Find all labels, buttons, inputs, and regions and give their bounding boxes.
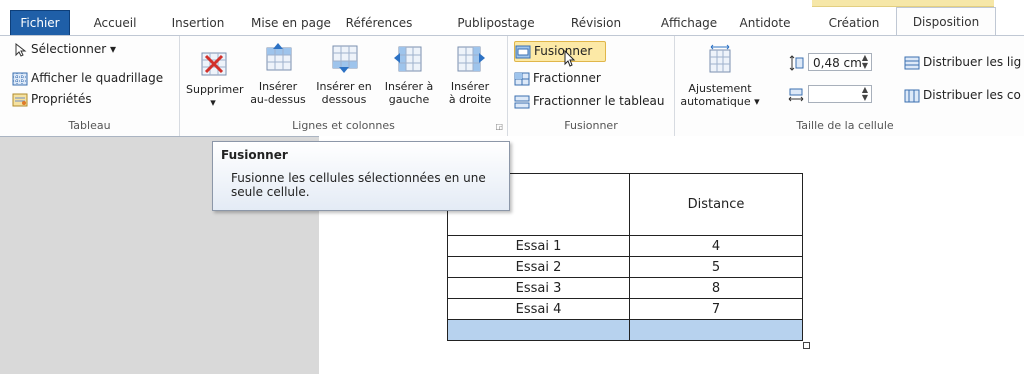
insert-left-label-1: Insérer à <box>384 80 434 93</box>
table-cell[interactable] <box>629 319 803 341</box>
table-cell[interactable]: 7 <box>629 298 803 320</box>
table-cell[interactable]: 4 <box>629 235 803 257</box>
show-gridlines-button[interactable]: Afficher le quadrillage <box>12 69 163 88</box>
insert-column-left-icon <box>393 42 425 74</box>
table-cell[interactable] <box>447 319 630 341</box>
split-table-button[interactable]: Fractionner le tableau <box>514 92 665 111</box>
tab-references[interactable]: Références <box>336 12 422 34</box>
insert-above-label-2: au-dessus <box>250 93 306 106</box>
properties-button[interactable]: Propriétés <box>12 90 92 109</box>
tab-page-layout[interactable]: Mise en page <box>250 12 332 34</box>
tab-home[interactable]: Accueil <box>82 12 148 34</box>
split-table-icon <box>514 95 530 109</box>
table-row[interactable]: Essai 4 7 <box>447 298 803 320</box>
tab-mailings[interactable]: Publipostage <box>448 12 544 34</box>
show-gridlines-label: Afficher le quadrillage <box>31 71 164 85</box>
group-merge-label: Fusionner <box>564 119 618 132</box>
tooltip-title: Fusionner <box>221 148 288 162</box>
mouse-pointer-icon <box>564 50 576 67</box>
tab-design[interactable]: Création <box>812 12 896 34</box>
insert-right-button[interactable]: Insérer à droite <box>442 42 498 106</box>
table-row-selected[interactable] <box>447 319 803 341</box>
select-label: Sélectionner ▾ <box>31 42 117 56</box>
insert-row-above-icon <box>262 42 294 74</box>
dialog-launcher-icon[interactable]: ◲ <box>495 122 503 131</box>
column-width-icon <box>788 87 804 103</box>
insert-right-label-2: à droite <box>448 93 492 106</box>
group-rows-columns-label: Lignes et colonnes <box>292 119 395 132</box>
distribute-rows-icon <box>904 56 920 70</box>
split-cells-icon <box>514 72 530 86</box>
spinner-arrows-icon[interactable]: ▲ ▼ <box>862 86 868 102</box>
grid-icon <box>12 72 28 86</box>
ribbon: Sélectionner ▾ Afficher le quadrillage P… <box>0 35 1024 137</box>
row-height-value: 0,48 cm <box>813 56 862 70</box>
group-merge: Fusionner Fractionner Fractionner le tab… <box>508 36 675 136</box>
distribute-columns-icon <box>904 89 920 103</box>
split-table-label: Fractionner le tableau <box>533 94 665 108</box>
table-resize-handle[interactable] <box>803 342 810 349</box>
insert-row-below-icon <box>328 42 360 74</box>
merge-cells-icon <box>515 45 531 59</box>
tab-antidote[interactable]: Antidote <box>732 12 798 34</box>
table-row[interactable]: Essai 1 4 <box>447 235 803 257</box>
merge-cells-button[interactable]: Fusionner <box>514 41 606 62</box>
distribute-columns-button[interactable]: Distribuer les co <box>904 86 1021 105</box>
insert-below-button[interactable]: Insérer en dessous <box>312 42 376 106</box>
autofit-icon <box>704 44 736 76</box>
insert-right-label-1: Insérer <box>450 80 490 93</box>
table-row[interactable]: Essai 3 8 <box>447 277 803 299</box>
ribbon-tab-bar: Fichier Accueil Insertion Mise en page R… <box>0 0 1024 37</box>
insert-above-button[interactable]: Insérer au-dessus <box>248 42 308 106</box>
row-height-input[interactable]: 0,48 cm ▲ ▼ <box>808 53 872 71</box>
tab-insert[interactable]: Insertion <box>163 12 233 34</box>
table-cell[interactable]: Essai 1 <box>447 235 630 257</box>
distribute-columns-label: Distribuer les co <box>923 88 1021 102</box>
autofit-label-1: Ajustement <box>688 82 752 95</box>
table-cell[interactable]: 8 <box>629 277 803 299</box>
tooltip-body-line-1: Fusionne les cellules sélectionnées en u… <box>231 171 486 185</box>
insert-above-label-1: Insérer <box>258 80 298 93</box>
group-rows-columns: Supprimer ▾ Insérer au-dessus Insérer en… <box>180 36 508 136</box>
autofit-label-2: automatique ▾ <box>680 95 760 108</box>
split-cells-button[interactable]: Fractionner <box>514 69 601 88</box>
cursor-arrow-icon <box>12 42 28 57</box>
distribute-rows-button[interactable]: Distribuer les lig <box>904 53 1021 72</box>
distribute-rows-label: Distribuer les lig <box>923 55 1022 69</box>
context-tab-band <box>812 0 994 7</box>
insert-below-label-2: dessous <box>321 93 367 106</box>
table-cell[interactable]: Distance <box>629 173 803 236</box>
group-cell-size: 0,48 cm ▲ ▼ ▲ ▼ Distribuer les lig Distrib… <box>770 36 1024 136</box>
group-cell-size-label: Taille de la cellule <box>796 119 894 132</box>
properties-label: Propriétés <box>31 92 92 106</box>
tab-view[interactable]: Affichage <box>650 12 728 34</box>
insert-left-label-2: gauche <box>388 93 430 106</box>
spinner-arrows-icon[interactable]: ▲ ▼ <box>862 54 868 70</box>
tab-review[interactable]: Révision <box>562 12 630 34</box>
delete-label: Supprimer <box>186 83 244 96</box>
group-table-label: Tableau <box>68 119 111 132</box>
row-height-icon <box>788 55 804 71</box>
group-table: Sélectionner ▾ Afficher le quadrillage P… <box>0 36 180 136</box>
insert-left-button[interactable]: Insérer à gauche <box>380 42 438 106</box>
delete-dropdown-arrow: ▾ <box>210 96 216 109</box>
table-cell[interactable]: Essai 4 <box>447 298 630 320</box>
split-cells-label: Fractionner <box>533 71 601 85</box>
delete-table-icon <box>197 48 229 80</box>
merge-tooltip: Fusionner Fusionne les cellules sélectio… <box>212 141 510 211</box>
insert-column-right-icon <box>454 42 486 74</box>
select-button[interactable]: Sélectionner ▾ <box>12 40 116 59</box>
table-row[interactable]: Essai 2 5 <box>447 256 803 278</box>
tab-layout[interactable]: Disposition <box>896 7 996 37</box>
column-width-input[interactable]: ▲ ▼ <box>808 85 872 103</box>
tooltip-body-line-2: seule cellule. <box>231 185 310 199</box>
insert-below-label-1: Insérer en <box>316 80 372 93</box>
table-cell[interactable]: Essai 2 <box>447 256 630 278</box>
tab-file[interactable]: Fichier <box>10 10 70 36</box>
delete-button[interactable]: Supprimer ▾ <box>186 48 244 109</box>
table-cell[interactable]: Essai 3 <box>447 277 630 299</box>
table-cell[interactable]: 5 <box>629 256 803 278</box>
properties-icon <box>12 93 28 107</box>
autofit-button[interactable]: Ajustement automatique ▾ <box>678 44 762 108</box>
